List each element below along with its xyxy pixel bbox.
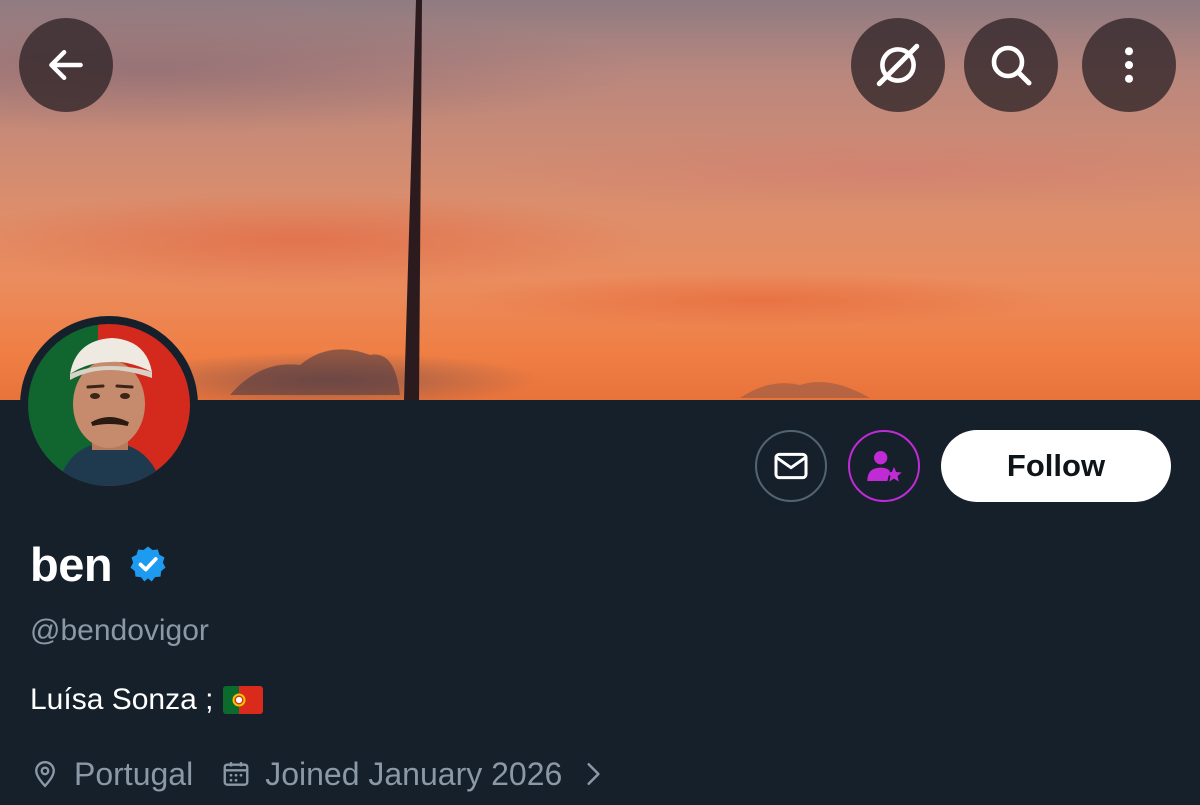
verified-badge-icon[interactable] xyxy=(128,544,168,584)
arrow-left-icon xyxy=(49,49,83,81)
chevron-right-icon[interactable] xyxy=(580,761,606,787)
mail-icon xyxy=(774,452,808,480)
more-button[interactable] xyxy=(1082,18,1176,112)
bio-text: Luísa Sonza ; xyxy=(30,683,214,716)
back-button[interactable] xyxy=(19,18,113,112)
joined-text: Joined January 2026 xyxy=(265,755,563,792)
grok-button[interactable] xyxy=(851,18,945,112)
name-row: ben xyxy=(30,534,168,594)
display-name: ben xyxy=(30,537,113,591)
subscribe-button[interactable] xyxy=(848,430,920,502)
handle: @bendovigor xyxy=(30,614,209,647)
location-text: Portugal xyxy=(74,755,194,792)
follow-button[interactable]: Follow xyxy=(941,430,1171,502)
grok-icon xyxy=(876,43,920,87)
profile-meta: Portugal Joined January 2026 xyxy=(30,752,606,796)
portugal-flag-icon xyxy=(223,686,264,714)
location-pin-icon xyxy=(35,760,55,788)
search-button[interactable] xyxy=(964,18,1058,112)
more-vertical-icon xyxy=(1124,47,1134,83)
calendar-icon xyxy=(223,762,249,786)
message-button[interactable] xyxy=(755,430,827,502)
avatar-image xyxy=(28,324,190,486)
bio: Luísa Sonza ; xyxy=(30,683,264,717)
person-star-icon xyxy=(867,451,902,482)
search-icon xyxy=(991,45,1032,86)
avatar[interactable] xyxy=(20,316,198,494)
